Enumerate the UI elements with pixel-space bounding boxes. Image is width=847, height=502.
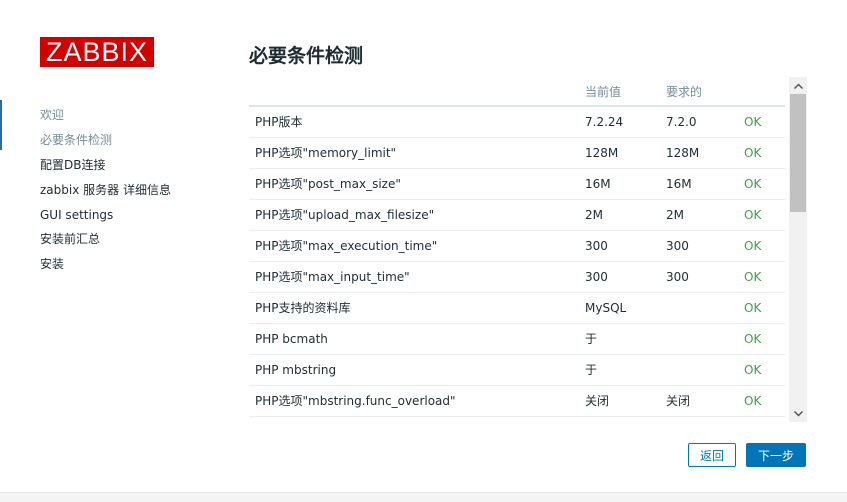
row-status: OK xyxy=(738,323,785,355)
prerequisites-table-container[interactable]: 当前值 要求的 PHP版本 7.2.24 7.2.0 OK PHP选项"memo… xyxy=(249,77,807,422)
row-current: 于 xyxy=(579,354,660,386)
table-row: PHP mbstring 于 OK xyxy=(249,354,785,386)
table-row: PHP选项"memory_limit" 128M 128M OK xyxy=(249,137,785,169)
row-name: PHP版本 xyxy=(249,106,579,138)
row-name: PHP选项"max_input_time" xyxy=(249,261,579,293)
scrollbar-thumb[interactable] xyxy=(790,94,806,212)
row-current: 7.2.24 xyxy=(579,106,660,138)
nav-step-pre-install-summary: 安装前汇总 xyxy=(40,232,101,246)
nav-step-db-connection: 配置DB连接 xyxy=(40,158,106,172)
table-row: PHP选项"max_input_time" 300 300 OK xyxy=(249,261,785,293)
table-header-row: 当前值 要求的 xyxy=(249,77,785,107)
row-required: 300 xyxy=(660,261,738,293)
header-status xyxy=(738,77,785,107)
table-row: PHP bcmath 于 OK xyxy=(249,323,785,355)
nav-step-prerequisites: 必要条件检测 xyxy=(40,133,113,147)
row-name: PHP选项"memory_limit" xyxy=(249,137,579,169)
row-current: 300 xyxy=(579,230,660,262)
footer-bar xyxy=(0,492,847,502)
row-name: PHP bcmath xyxy=(249,323,579,355)
next-step-button[interactable]: 下一步 xyxy=(746,443,806,467)
header-name xyxy=(249,77,579,107)
row-name: PHP选项"upload_max_filesize" xyxy=(249,199,579,231)
table-row: PHP支持的资料库 MySQL OK xyxy=(249,292,785,324)
row-status: OK xyxy=(738,230,785,262)
nav-active-indicator xyxy=(0,100,2,150)
row-required: 关闭 xyxy=(660,385,738,417)
back-button[interactable]: 返回 xyxy=(688,443,736,467)
nav-step-install: 安装 xyxy=(40,257,65,271)
table-row: PHP选项"mbstring.func_overload" 关闭 关闭 OK xyxy=(249,385,785,417)
row-required xyxy=(660,354,738,386)
row-current: MySQL xyxy=(579,292,660,324)
row-required xyxy=(660,292,738,324)
chevron-up-icon[interactable] xyxy=(789,77,807,94)
row-name: PHP选项"post_max_size" xyxy=(249,168,579,200)
row-status: OK xyxy=(738,385,785,417)
row-name: PHP选项"max_execution_time" xyxy=(249,230,579,262)
row-status: OK xyxy=(738,354,785,386)
chevron-down-icon[interactable] xyxy=(789,405,807,422)
row-current: 128M xyxy=(579,137,660,169)
row-required: 300 xyxy=(660,230,738,262)
row-current: 2M xyxy=(579,199,660,231)
row-status: OK xyxy=(738,106,785,138)
row-current: 300 xyxy=(579,261,660,293)
row-status: OK xyxy=(738,292,785,324)
table-row: PHP选项"post_max_size" 16M 16M OK xyxy=(249,168,785,200)
nav-step-gui-settings: GUI settings xyxy=(40,208,114,222)
row-current: 关闭 xyxy=(579,385,660,417)
zabbix-logo: ZABBIX xyxy=(40,37,154,67)
row-current: 16M xyxy=(579,168,660,200)
row-name: PHP支持的资料库 xyxy=(249,292,579,324)
row-current: 于 xyxy=(579,323,660,355)
row-required: 128M xyxy=(660,137,738,169)
table-scrollbar[interactable] xyxy=(789,77,807,422)
table-row: PHP选项"max_execution_time" 300 300 OK xyxy=(249,230,785,262)
header-required: 要求的 xyxy=(660,77,738,107)
table-row: PHP选项"upload_max_filesize" 2M 2M OK xyxy=(249,199,785,231)
row-name: PHP选项"mbstring.func_overload" xyxy=(249,385,579,417)
row-status: OK xyxy=(738,137,785,169)
row-required: 16M xyxy=(660,168,738,200)
row-status: OK xyxy=(738,261,785,293)
nav-step-server-details: zabbix 服务器 详细信息 xyxy=(40,183,171,197)
table-row: PHP版本 7.2.24 7.2.0 OK xyxy=(249,106,785,138)
row-required xyxy=(660,323,738,355)
row-required: 7.2.0 xyxy=(660,106,738,138)
header-current-value: 当前值 xyxy=(579,77,660,107)
row-name: PHP mbstring xyxy=(249,354,579,386)
row-required: 2M xyxy=(660,199,738,231)
row-status: OK xyxy=(738,199,785,231)
row-status: OK xyxy=(738,168,785,200)
page-title: 必要条件检测 xyxy=(249,45,364,67)
prerequisites-table: 当前值 要求的 PHP版本 7.2.24 7.2.0 OK PHP选项"memo… xyxy=(249,77,785,417)
nav-step-welcome: 欢迎 xyxy=(40,108,65,122)
